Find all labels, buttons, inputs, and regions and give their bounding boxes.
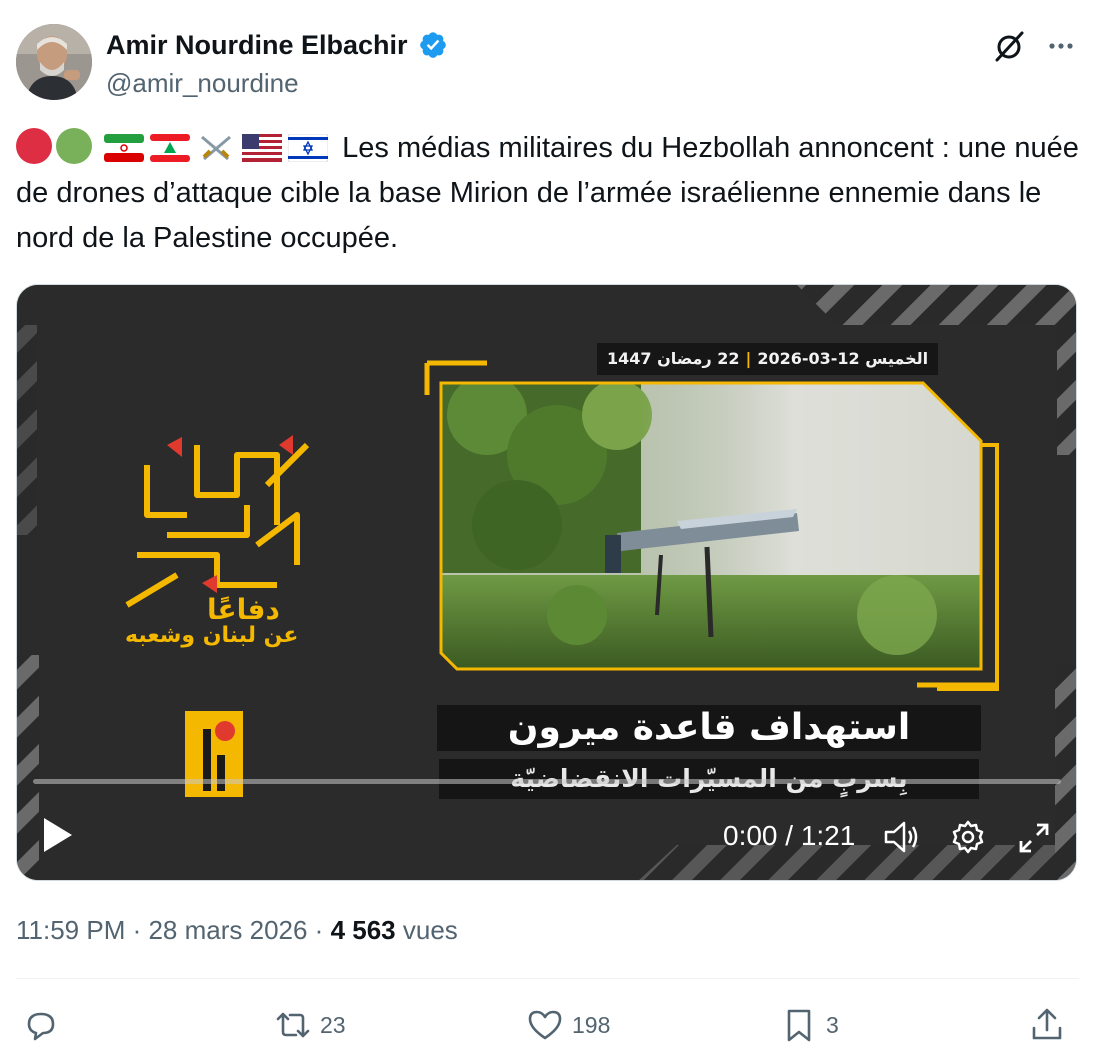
video-title: استهداف قاعدة ميرون [437, 705, 981, 751]
bookmark-count: 3 [826, 1011, 839, 1038]
views-label: vues [402, 915, 458, 945]
usa-flag-icon [242, 134, 283, 162]
iran-flag-icon [104, 134, 145, 162]
video-date-hijri: 22 رمضان 1447 [607, 349, 740, 368]
red-circle-icon [16, 128, 52, 164]
share-icon [1032, 1008, 1062, 1040]
handle[interactable]: @amir_nourdine [106, 66, 448, 100]
reply-icon [27, 1012, 55, 1041]
video-player[interactable]: الخميس 12-03-2026|22 رمضان 1447 دفاعًا ع… [16, 284, 1077, 881]
share-button[interactable] [1028, 1000, 1074, 1050]
settings-gear-icon[interactable] [949, 818, 987, 856]
fullscreen-icon[interactable] [1017, 821, 1051, 855]
video-time: 0:00 / 1:21 [723, 820, 856, 851]
grok-icon[interactable] [991, 28, 1027, 64]
tweet-text: Les médias militaires du Hezbollah annon… [16, 126, 1079, 261]
retweet-icon [276, 1012, 310, 1038]
tweet-time[interactable]: 11:59 PM [16, 915, 125, 945]
play-icon[interactable] [41, 815, 75, 855]
verified-badge-icon [420, 32, 446, 58]
retweet-count: 23 [320, 1011, 346, 1038]
tweet-date[interactable]: 28 mars 2026 [148, 915, 307, 945]
video-progress-bar[interactable] [33, 779, 1061, 784]
green-circle-icon [56, 128, 92, 164]
bookmark-icon [787, 1009, 811, 1042]
action-bar: 23 198 3 [16, 1000, 1079, 1050]
crossed-swords-icon [201, 135, 232, 161]
video-slogan-line2: عن لبنان وشعبه [125, 623, 299, 648]
more-icon[interactable] [1043, 28, 1079, 64]
divider [16, 978, 1079, 979]
avatar[interactable] [16, 24, 92, 100]
heart-icon [528, 1010, 562, 1040]
video-slogan-line1: دفاعًا [207, 593, 280, 626]
tweet-meta: 11:59 PM · 28 mars 2026 · 4 563 vues [16, 915, 458, 945]
lebanon-flag-icon [150, 134, 191, 162]
retweet-button[interactable]: 23 [274, 1000, 346, 1050]
video-date-bar: الخميس 12-03-2026|22 رمضان 1447 [597, 343, 939, 375]
israel-flag-icon [288, 134, 329, 162]
like-button[interactable]: 198 [526, 1000, 610, 1050]
author-names: Amir Nourdine Elbachir @amir_nourdine [106, 28, 448, 100]
views-count[interactable]: 4 563 [331, 915, 396, 945]
reply-button[interactable] [22, 1000, 68, 1050]
bookmark-button[interactable]: 3 [780, 1000, 839, 1050]
volume-muted-icon[interactable] [882, 818, 920, 856]
tweet-header: Amir Nourdine Elbachir @amir_nourdine [16, 24, 1079, 102]
video-date-gregorian: الخميس 12-03-2026 [757, 349, 929, 368]
like-count: 198 [572, 1011, 611, 1038]
display-name[interactable]: Amir Nourdine Elbachir [106, 28, 408, 62]
